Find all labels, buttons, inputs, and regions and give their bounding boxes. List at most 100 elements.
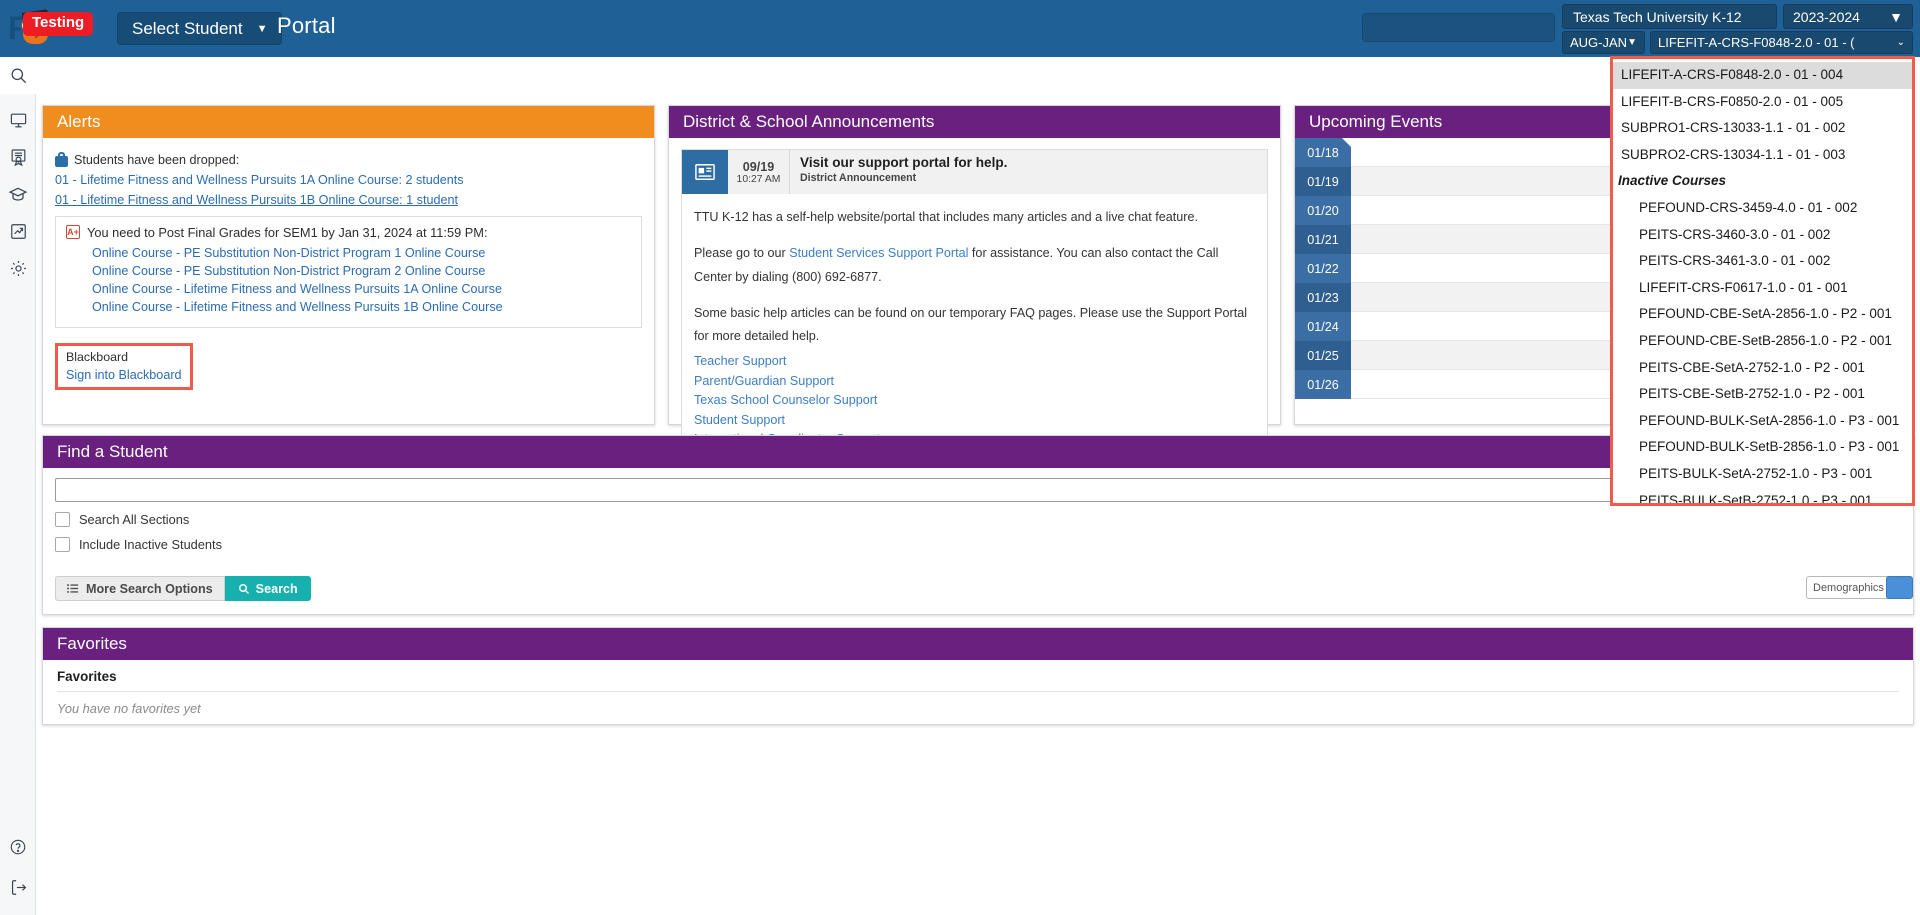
announcement-para-2: Please go to our Student Services Suppor… [694, 242, 1255, 289]
blackboard-box: Blackboard Sign into Blackboard [55, 342, 193, 390]
announcement-time-value: 10:27 AM [736, 173, 781, 185]
list-options-icon [67, 584, 79, 593]
search-icon [238, 583, 249, 594]
sidebar-item-search[interactable] [0, 57, 36, 94]
course-option[interactable]: PEFOUND-CBE-SetB-2856-1.0 - P2 - 001 [1613, 328, 1912, 355]
event-date: 01/20 [1295, 196, 1351, 225]
course-option[interactable]: PEITS-CBE-SetB-2752-1.0 - P2 - 001 [1613, 381, 1912, 408]
favorites-panel-header: Favorites [43, 628, 1913, 660]
announcement-para-3: Some basic help articles can be found on… [694, 305, 1248, 344]
announcement-para-1: TTU K-12 has a self-help website/portal … [694, 210, 1199, 224]
sidebar-item-settings[interactable] [0, 250, 36, 287]
course-option[interactable]: LIFEFIT-CRS-F0617-1.0 - 01 - 001 [1613, 275, 1912, 302]
sign-into-blackboard-link[interactable]: Sign into Blackboard [66, 368, 182, 382]
course-select[interactable]: LIFEFIT-A-CRS-F0848-2.0 - 01 - ( ⌄ [1650, 31, 1913, 54]
gear-icon [10, 260, 26, 277]
grade-course-link[interactable]: Online Course - Lifetime Fitness and Wel… [92, 281, 631, 299]
event-row[interactable]: 01/23 [1295, 283, 1623, 312]
dropped-students-row: Students have been dropped: [55, 152, 642, 167]
search-all-sections-checkbox[interactable] [55, 512, 70, 527]
grade-course-link[interactable]: Online Course - Lifetime Fitness and Wel… [92, 299, 631, 317]
search-all-sections-row[interactable]: Search All Sections [55, 512, 1901, 527]
event-date: 01/21 [1295, 225, 1351, 254]
newspaper-icon-wrap [682, 150, 728, 194]
course-select-label: LIFEFIT-A-CRS-F0848-2.0 - 01 - ( [1658, 35, 1855, 50]
course-option[interactable]: PEITS-CBE-SetA-2752-1.0 - P2 - 001 [1613, 355, 1912, 382]
event-row[interactable]: 01/18 [1295, 138, 1623, 167]
term-select[interactable]: AUG-JAN ▼ [1562, 31, 1645, 54]
include-inactive-students-row[interactable]: Include Inactive Students [55, 537, 1901, 552]
course-option[interactable]: PEITS-BULK-SetB-2752-1.0 - P3 - 001 [1613, 488, 1912, 504]
teacher-support-link[interactable]: Teacher Support [694, 353, 1255, 369]
graduation-cap-icon [8, 187, 28, 201]
event-body [1351, 283, 1623, 312]
grade-course-link[interactable]: Online Course - PE Substitution Non-Dist… [92, 245, 631, 263]
event-date: 01/23 [1295, 283, 1351, 312]
sidebar-item-dashboard[interactable] [0, 102, 36, 139]
more-search-options-button[interactable]: More Search Options [55, 576, 225, 601]
announcement-subhead: District Announcement [800, 172, 917, 184]
sidebar-item-reports[interactable] [0, 213, 36, 250]
sidebar-item-grades[interactable] [0, 139, 36, 176]
event-row[interactable]: 01/19 [1295, 167, 1623, 196]
monitor-icon [10, 113, 26, 128]
course-option[interactable]: PEFOUND-CBE-SetA-2856-1.0 - P2 - 001 [1613, 301, 1912, 328]
event-row[interactable]: 01/25 [1295, 341, 1623, 370]
search-button[interactable]: Search [224, 576, 311, 601]
course-option[interactable]: LIFEFIT-A-CRS-F0848-2.0 - 01 - 004 [1613, 62, 1912, 89]
post-final-grades-box: A+ You need to Post Final Grades for SEM… [55, 216, 642, 328]
student-support-link[interactable]: Student Support [694, 412, 1255, 428]
event-row[interactable]: 01/21 [1295, 225, 1623, 254]
top-navigation-bar: F Testing Select Student ▼ Portal Texas … [0, 0, 1920, 57]
event-body [1351, 196, 1623, 225]
course-option[interactable]: PEFOUND-BULK-SetA-2856-1.0 - P3 - 001 [1613, 408, 1912, 435]
course-option[interactable]: SUBPRO1-CRS-13033-1.1 - 01 - 002 [1613, 115, 1912, 142]
upcoming-events-panel-header: Upcoming Events [1295, 106, 1623, 138]
dropped-course-link[interactable]: 01 - Lifetime Fitness and Wellness Pursu… [55, 173, 642, 187]
more-search-options-label: More Search Options [86, 581, 213, 596]
course-option[interactable]: SUBPRO2-CRS-13034-1.1 - 01 - 003 [1613, 142, 1912, 169]
demographics-go-button[interactable] [1886, 576, 1913, 599]
course-option[interactable]: LIFEFIT-B-CRS-F0850-2.0 - 01 - 005 [1613, 89, 1912, 116]
announcement-para-2-pre: Please go to our [694, 246, 790, 261]
page-title: Portal [277, 13, 336, 38]
alerts-panel-header: Alerts [43, 106, 654, 138]
dropped-course-link[interactable]: 01 - Lifetime Fitness and Wellness Pursu… [55, 193, 642, 207]
upcoming-events-title: Upcoming Events [1309, 112, 1443, 131]
year-select[interactable]: 2023-2024 ▼ [1783, 4, 1913, 29]
alerts-panel: Alerts Students have been dropped: 01 - … [42, 105, 655, 425]
demographics-label: Demographics [1813, 581, 1884, 594]
announcement-card[interactable]: 09/19 10:27 AM Visit our support portal … [681, 149, 1268, 449]
global-search-input[interactable] [1362, 13, 1555, 42]
search-icon [11, 68, 26, 84]
announcement-text: TTU K-12 has a self-help website/portal … [682, 194, 1267, 348]
course-dropdown-items: LIFEFIT-A-CRS-F0848-2.0 - 01 - 004 LIFEF… [1613, 59, 1912, 504]
sidebar-item-courses[interactable] [0, 176, 36, 213]
course-dropdown-list[interactable]: LIFEFIT-A-CRS-F0848-2.0 - 01 - 004 LIFEF… [1610, 56, 1915, 506]
upcoming-events-panel: Upcoming Events 01/18 01/19 01/20 01/21 … [1294, 105, 1624, 425]
announcement-headline: Visit our support portal for help. [800, 155, 1008, 170]
parent-guardian-support-link[interactable]: Parent/Guardian Support [694, 373, 1255, 389]
course-option[interactable]: PEFOUND-CRS-3459-4.0 - 01 - 002 [1613, 195, 1912, 222]
select-student-dropdown[interactable]: Select Student ▼ [117, 12, 283, 45]
grade-course-link[interactable]: Online Course - PE Substitution Non-Dist… [92, 263, 631, 281]
announcement-header-row: 09/19 10:27 AM Visit our support portal … [682, 150, 1267, 194]
event-row[interactable]: 01/24 [1295, 312, 1623, 341]
school-select[interactable]: Texas Tech University K-12 [1562, 4, 1777, 29]
sidebar-item-help[interactable] [0, 827, 36, 867]
find-student-buttons: More Search Options Search [55, 576, 311, 601]
sidebar-item-logout[interactable] [0, 867, 36, 907]
grade-a-plus-icon: A+ [66, 225, 80, 239]
event-body [1351, 312, 1623, 341]
event-row[interactable]: 01/22 [1295, 254, 1623, 283]
event-date: 01/24 [1295, 312, 1351, 341]
event-row[interactable]: 01/20 [1295, 196, 1623, 225]
course-option[interactable]: PEITS-CRS-3460-3.0 - 01 - 002 [1613, 222, 1912, 249]
course-option[interactable]: PEFOUND-BULK-SetB-2856-1.0 - P3 - 001 [1613, 434, 1912, 461]
include-inactive-students-checkbox[interactable] [55, 537, 70, 552]
course-option[interactable]: PEITS-BULK-SetA-2752-1.0 - P3 - 001 [1613, 461, 1912, 488]
support-portal-link[interactable]: Student Services Support Portal [789, 246, 968, 260]
counselor-support-link[interactable]: Texas School Counselor Support [694, 392, 1255, 408]
course-option[interactable]: PEITS-CRS-3461-3.0 - 01 - 002 [1613, 248, 1912, 275]
event-row[interactable]: 01/26 [1295, 370, 1623, 399]
